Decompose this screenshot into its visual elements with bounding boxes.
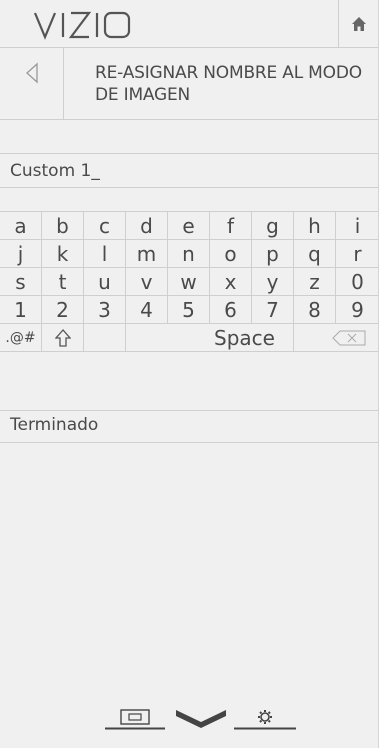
keyboard-row: s t u v w x y z 0 (0, 268, 378, 296)
key[interactable]: g (252, 212, 294, 240)
backspace-icon (331, 330, 365, 345)
name-input-value: Custom 1_ (10, 161, 100, 181)
key[interactable]: j (0, 240, 42, 268)
key[interactable]: 0 (336, 268, 378, 296)
keyboard-row: j k l m n o p q r (0, 240, 378, 268)
key[interactable]: 9 (336, 296, 378, 324)
key[interactable]: z (294, 268, 336, 296)
key[interactable]: 4 (126, 296, 168, 324)
key[interactable]: t (42, 268, 84, 296)
vizio-chevron-icon[interactable] (174, 708, 228, 730)
key[interactable]: y (252, 268, 294, 296)
footer (0, 700, 378, 748)
key[interactable]: l (84, 240, 126, 268)
back-button[interactable] (0, 48, 64, 120)
home-icon (352, 17, 366, 31)
key[interactable]: p (252, 240, 294, 268)
key[interactable]: u (84, 268, 126, 296)
key[interactable]: s (0, 268, 42, 296)
key[interactable]: b (42, 212, 84, 240)
key[interactable]: 5 (168, 296, 210, 324)
key[interactable]: o (210, 240, 252, 268)
key[interactable]: w (168, 268, 210, 296)
empty-key (84, 324, 126, 352)
key[interactable]: i (336, 212, 378, 240)
settings-icon[interactable] (234, 708, 296, 730)
keyboard-row: a b c d e f g h i (0, 212, 378, 240)
page-title: RE-ASIGNAR NOMBRE AL MODO DE IMAGEN (95, 63, 362, 105)
blank-row (0, 120, 378, 154)
key[interactable]: f (210, 212, 252, 240)
done-button[interactable]: Terminado (0, 411, 378, 443)
vizio-settings-screen: RE-ASIGNAR NOMBRE AL MODO DE IMAGEN Cust… (0, 0, 379, 748)
key[interactable]: 6 (210, 296, 252, 324)
space-key-label: Space (214, 325, 275, 350)
key[interactable]: 2 (42, 296, 84, 324)
keyboard-bottom-spacer (0, 391, 378, 411)
key[interactable]: k (42, 240, 84, 268)
home-button[interactable] (338, 0, 378, 48)
back-arrow-icon (25, 62, 38, 84)
name-input-row[interactable]: Custom 1_ (0, 154, 378, 188)
backspace-key[interactable] (294, 324, 378, 352)
key[interactable]: 3 (84, 296, 126, 324)
picture-input-icon[interactable] (105, 708, 165, 730)
key[interactable]: d (126, 212, 168, 240)
key[interactable]: v (126, 268, 168, 296)
title-row: RE-ASIGNAR NOMBRE AL MODO DE IMAGEN (0, 48, 378, 120)
key[interactable]: m (126, 240, 168, 268)
done-label: Terminado (10, 415, 99, 435)
shift-icon (54, 328, 71, 347)
vizio-logo (33, 11, 131, 40)
symbols-key[interactable]: .@# (0, 324, 42, 352)
keyboard-row-special: .@# Space (0, 324, 378, 352)
key[interactable]: 7 (252, 296, 294, 324)
key[interactable]: 1 (0, 296, 42, 324)
key[interactable]: n (168, 240, 210, 268)
key[interactable]: q (294, 240, 336, 268)
key[interactable]: r (336, 240, 378, 268)
key[interactable]: 8 (294, 296, 336, 324)
shift-key[interactable] (42, 324, 84, 352)
spacer-row (0, 188, 378, 212)
key[interactable]: a (0, 212, 42, 240)
key[interactable]: c (84, 212, 126, 240)
header (0, 0, 378, 48)
key[interactable]: h (294, 212, 336, 240)
key[interactable]: x (210, 268, 252, 296)
keyboard-row: 1 2 3 4 5 6 7 8 9 (0, 296, 378, 324)
key[interactable]: e (168, 212, 210, 240)
space-key[interactable]: Space (126, 324, 294, 352)
